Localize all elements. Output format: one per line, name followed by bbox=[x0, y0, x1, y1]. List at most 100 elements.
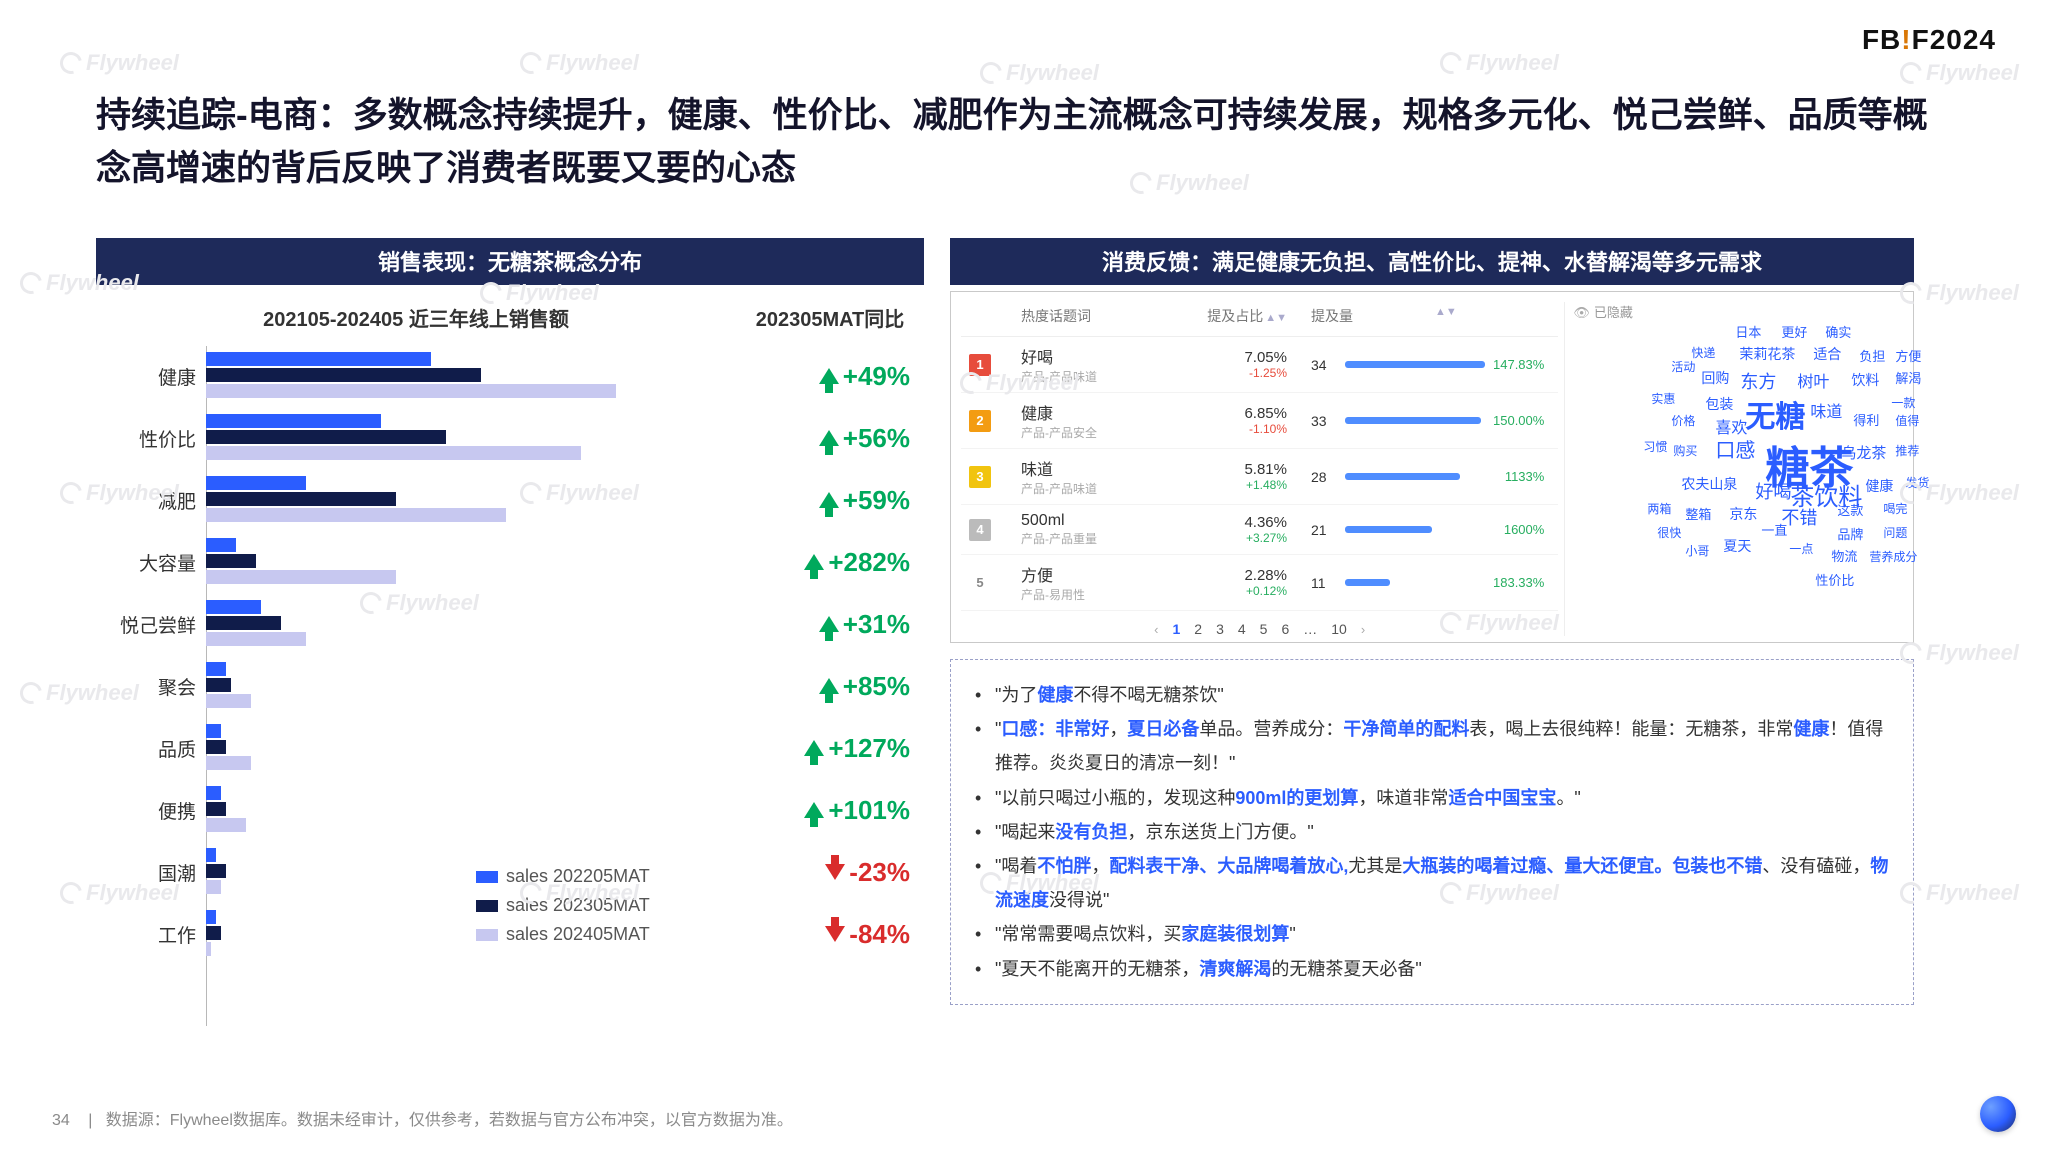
cloud-word[interactable]: 解渴 bbox=[1895, 368, 1921, 387]
th-pct[interactable]: 提及占比▲▼ bbox=[1191, 306, 1287, 326]
cloud-word[interactable]: 购买 bbox=[1673, 442, 1697, 459]
quote-text: 。" bbox=[1556, 788, 1580, 808]
th-word[interactable]: 热度话题词 bbox=[1021, 306, 1191, 326]
quote-highlight: 家庭装很划算 bbox=[1181, 924, 1289, 944]
cloud-word[interactable]: 不错 bbox=[1781, 504, 1817, 530]
bar-b1 bbox=[206, 724, 221, 738]
cloud-word[interactable]: 好喝 bbox=[1755, 478, 1791, 504]
bar-group bbox=[206, 780, 726, 840]
cloud-word[interactable]: 得利 bbox=[1853, 410, 1879, 429]
quote-text: 、没有磕碰， bbox=[1762, 856, 1870, 876]
bar-b2 bbox=[206, 430, 446, 444]
category-label: 性价比 bbox=[96, 425, 206, 452]
cloud-word[interactable]: 价格 bbox=[1671, 412, 1695, 429]
cloud-word[interactable]: 这款 bbox=[1837, 500, 1863, 519]
bar-chart: sales 202205MAT sales 202305MAT sales 20… bbox=[96, 346, 924, 1026]
cloud-word[interactable]: 适合 bbox=[1813, 344, 1841, 364]
cloud-word[interactable]: 更好 bbox=[1781, 322, 1807, 341]
cloud-word[interactable]: 负担 bbox=[1859, 346, 1885, 365]
cloud-word[interactable]: 夏天 bbox=[1723, 536, 1751, 556]
pager-page[interactable]: … bbox=[1303, 621, 1317, 637]
cloud-hidden-label[interactable]: 👁已隐藏 bbox=[1573, 302, 1903, 321]
pager-page[interactable]: 4 bbox=[1238, 621, 1246, 637]
cloud-word[interactable]: 饮料 bbox=[1851, 370, 1879, 390]
chart-row: 健康+49% bbox=[96, 346, 924, 406]
cloud-word[interactable]: 问题 bbox=[1883, 524, 1907, 541]
quote-text: ， bbox=[1109, 719, 1127, 739]
cloud-word[interactable]: 一款 bbox=[1891, 394, 1915, 411]
cloud-word[interactable]: 回购 bbox=[1701, 368, 1729, 388]
cloud-word[interactable]: 喜欢 bbox=[1715, 414, 1747, 438]
cloud-word[interactable]: 品牌 bbox=[1837, 524, 1863, 543]
rank-badge: 1 bbox=[969, 354, 991, 376]
cloud-word[interactable]: 值得 bbox=[1895, 412, 1919, 429]
quote-highlight: 夏日必备 bbox=[1127, 719, 1199, 739]
page-number: 34 bbox=[52, 1112, 70, 1129]
pager[interactable]: ‹ 123456 … 10 › bbox=[961, 621, 1558, 637]
pager-page[interactable]: 6 bbox=[1281, 621, 1289, 637]
cloud-word[interactable]: 发货 bbox=[1905, 474, 1929, 491]
quote-highlight: 口感：非常好 bbox=[1001, 719, 1109, 739]
th-count[interactable]: 提及量▲▼ bbox=[1287, 306, 1550, 326]
pager-next-icon[interactable]: › bbox=[1361, 622, 1365, 637]
cloud-word[interactable]: 东方 bbox=[1740, 368, 1776, 394]
chart-row: 国潮-23% bbox=[96, 842, 924, 902]
bar-group bbox=[206, 842, 726, 902]
bar-b1 bbox=[206, 414, 381, 428]
topic-row[interactable]: 1好喝产品-产品味道7.05%-1.25%34147.83% bbox=[961, 337, 1558, 393]
cloud-word[interactable]: 味道 bbox=[1810, 398, 1842, 422]
pager-prev-icon[interactable]: ‹ bbox=[1154, 622, 1158, 637]
cloud-word[interactable]: 推荐 bbox=[1895, 442, 1919, 459]
cloud-word[interactable]: 一点 bbox=[1789, 540, 1813, 557]
cloud-word[interactable]: 茉莉花茶 bbox=[1739, 344, 1795, 364]
cloud-word[interactable]: 喝完 bbox=[1883, 500, 1907, 517]
quote-text: "喝着 bbox=[995, 856, 1037, 876]
cloud-word[interactable]: 两箱 bbox=[1647, 500, 1671, 517]
cloud-word[interactable]: 小哥 bbox=[1685, 542, 1709, 559]
cloud-word[interactable]: 树叶 bbox=[1797, 368, 1829, 392]
topic-row[interactable]: 5方便产品-易用性2.28%+0.12%11183.33% bbox=[961, 555, 1558, 611]
yoy-value: +127% bbox=[828, 733, 910, 764]
cloud-word[interactable]: 日本 bbox=[1735, 322, 1761, 341]
topic-row[interactable]: 3味道产品-产品味道5.81%+1.48%281133% bbox=[961, 449, 1558, 505]
quote-text: "常常需要喝点饮料，买 bbox=[995, 924, 1181, 944]
pager-page[interactable]: 5 bbox=[1260, 621, 1268, 637]
arrow-up-icon bbox=[804, 554, 824, 570]
cloud-word[interactable]: 快递 bbox=[1691, 344, 1715, 361]
topic-row[interactable]: 4500ml产品-产品重量4.36%+3.27%211600% bbox=[961, 505, 1558, 555]
cloud-word[interactable]: 健康 bbox=[1865, 476, 1893, 496]
cloud-word[interactable]: 物流 bbox=[1831, 546, 1857, 565]
cloud-word[interactable]: 很快 bbox=[1657, 524, 1681, 541]
cloud-word[interactable]: 习惯 bbox=[1643, 438, 1667, 455]
quote-item: "夏天不能离开的无糖茶，清爽解渴的无糖茶夏天必备" bbox=[975, 952, 1889, 986]
yoy-delta: -23% bbox=[825, 857, 910, 888]
topic-row[interactable]: 2健康产品-产品安全6.85%-1.10%33150.00% bbox=[961, 393, 1558, 449]
cloud-word[interactable]: 乌龙茶 bbox=[1841, 442, 1886, 463]
watermark: Flywheel bbox=[1900, 280, 2019, 306]
quote-text: 的无糖茶夏天必备" bbox=[1271, 959, 1421, 979]
cloud-word[interactable]: 口感 bbox=[1715, 434, 1755, 463]
yoy-delta: +31% bbox=[819, 609, 910, 640]
cloud-word[interactable]: 营养成分 bbox=[1869, 548, 1917, 565]
pager-page[interactable]: 2 bbox=[1194, 621, 1202, 637]
cloud-word[interactable]: 农夫山泉 bbox=[1681, 474, 1737, 494]
pager-page[interactable]: 3 bbox=[1216, 621, 1224, 637]
bar-group bbox=[206, 594, 726, 654]
pager-page[interactable]: 1 bbox=[1172, 621, 1180, 637]
cloud-word[interactable]: 实惠 bbox=[1651, 390, 1675, 407]
cloud-word[interactable]: 京东 bbox=[1729, 504, 1757, 524]
cloud-word[interactable]: 方便 bbox=[1895, 346, 1921, 365]
quote-text: 尤其是 bbox=[1348, 856, 1402, 876]
cloud-word[interactable]: 确实 bbox=[1825, 322, 1851, 341]
cloud-word[interactable]: 性价比 bbox=[1815, 570, 1854, 589]
cloud-word[interactable]: 包装 bbox=[1705, 394, 1733, 414]
bar-b2 bbox=[206, 802, 226, 816]
pager-page[interactable]: 10 bbox=[1331, 621, 1347, 637]
watermark: Flywheel bbox=[1900, 60, 2019, 86]
bar-b3 bbox=[206, 384, 616, 398]
rank-badge: 3 bbox=[969, 466, 991, 488]
cloud-word[interactable]: 无糖 bbox=[1745, 392, 1805, 436]
topic-word: 味道产品-产品味道 bbox=[1021, 456, 1191, 497]
quote-text: ，味道非常 bbox=[1358, 788, 1448, 808]
cloud-word[interactable]: 整箱 bbox=[1685, 504, 1711, 523]
